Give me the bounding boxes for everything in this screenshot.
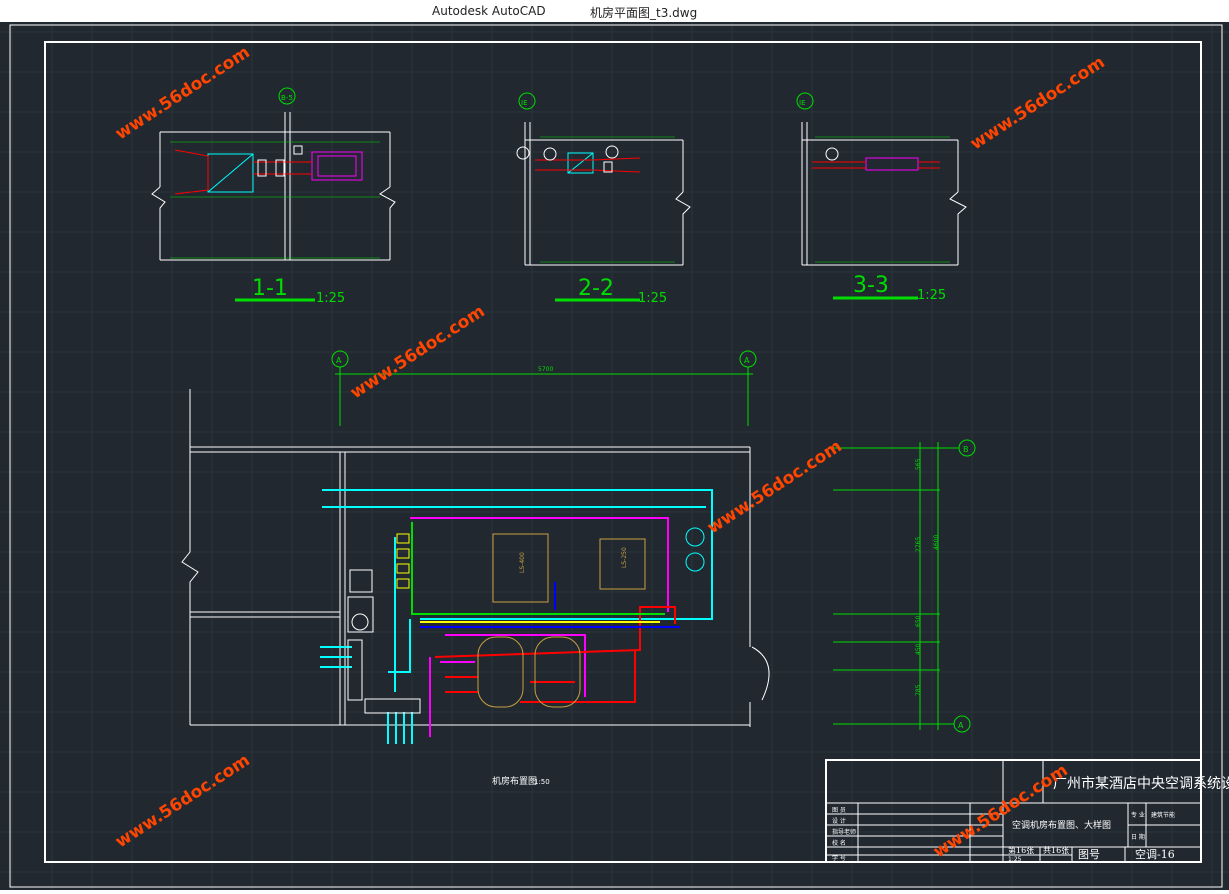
svg-text:A: A: [336, 356, 342, 365]
svg-text:校 名: 校 名: [832, 839, 846, 847]
section-label: 2-2: [578, 276, 614, 301]
watermark-text: www.56doc.com: [112, 42, 254, 144]
svg-text:设 计: 设 计: [832, 817, 846, 825]
plan-title: 机房布置图: [492, 775, 537, 787]
window-title-bar: Autodesk AutoCAD 机房平面图_t3.dwg: [0, 0, 1229, 22]
svg-text:1:25: 1:25: [1008, 856, 1022, 863]
drawing-name: 空调机房布置图、大样图: [1012, 819, 1111, 831]
svg-text:第16张: 第16张: [1008, 845, 1034, 855]
svg-text:565: 565: [915, 458, 922, 470]
section-1-1[interactable]: 1-1 1:25 B-5: [151, 87, 396, 306]
svg-text:图 员: 图 员: [832, 807, 846, 814]
project-title: 广州市某酒店中央空调系统设计: [1053, 775, 1229, 792]
watermark-text: www.56doc.com: [112, 750, 254, 852]
section-label: 1-1: [252, 276, 288, 301]
sheet-border: [9, 24, 1223, 888]
svg-text:785: 785: [915, 684, 922, 696]
section-scale: 1:25: [917, 288, 946, 303]
app-title: Autodesk AutoCAD: [432, 4, 546, 18]
svg-text:4600: 4600: [933, 535, 940, 550]
svg-text:A: A: [744, 356, 750, 365]
svg-text:指导老师: 指导老师: [832, 828, 856, 836]
drawing-canvas[interactable]: 1-1 1:25 B-5 2-2 1:25 IE 3-3 1:25 IE A A…: [0, 22, 1229, 890]
plan-dimension-right: B A 565 2765 650 450 785 4600: [833, 439, 976, 733]
plan-title-scale: 1:50: [534, 778, 550, 786]
svg-text:日 期: 日 期: [1131, 833, 1145, 841]
chiller-right-label: LS-250: [621, 547, 628, 568]
svg-text:B: B: [963, 445, 969, 454]
svg-text:共16张: 共16张: [1043, 846, 1069, 855]
watermark-text: www.56doc.com: [967, 52, 1109, 154]
file-name: 机房平面图_t3.dwg: [590, 6, 698, 20]
svg-text:专 业: 专 业: [1131, 811, 1145, 819]
svg-text:学 号: 学 号: [832, 854, 846, 862]
svg-text:450: 450: [915, 643, 922, 655]
chiller-left-label: LS-400: [519, 552, 526, 573]
section-scale: 1:25: [638, 291, 667, 306]
machine-room-plan[interactable]: LS-400 LS-250 机房布置图 1:50: [181, 389, 770, 787]
section-label: 3-3: [853, 273, 889, 298]
axis-bubble: B-5: [281, 94, 293, 102]
axis-bubble: IE: [521, 99, 528, 107]
drawing-no-value: 空调-16: [1135, 847, 1175, 861]
section-scale: 1:25: [316, 291, 345, 306]
svg-text:2765: 2765: [915, 537, 922, 552]
drawing-no-label: 图号: [1078, 848, 1100, 861]
svg-text:A: A: [958, 721, 964, 730]
axis-bubble: IE: [799, 99, 806, 107]
cad-drawing: 1-1 1:25 B-5 2-2 1:25 IE 3-3 1:25 IE A A…: [0, 22, 1229, 890]
svg-text:650: 650: [915, 615, 922, 627]
section-2-2[interactable]: 2-2 1:25 IE: [516, 92, 691, 306]
svg-text:建筑节能: 建筑节能: [1151, 811, 1175, 819]
dim-text: 5700: [538, 366, 553, 373]
